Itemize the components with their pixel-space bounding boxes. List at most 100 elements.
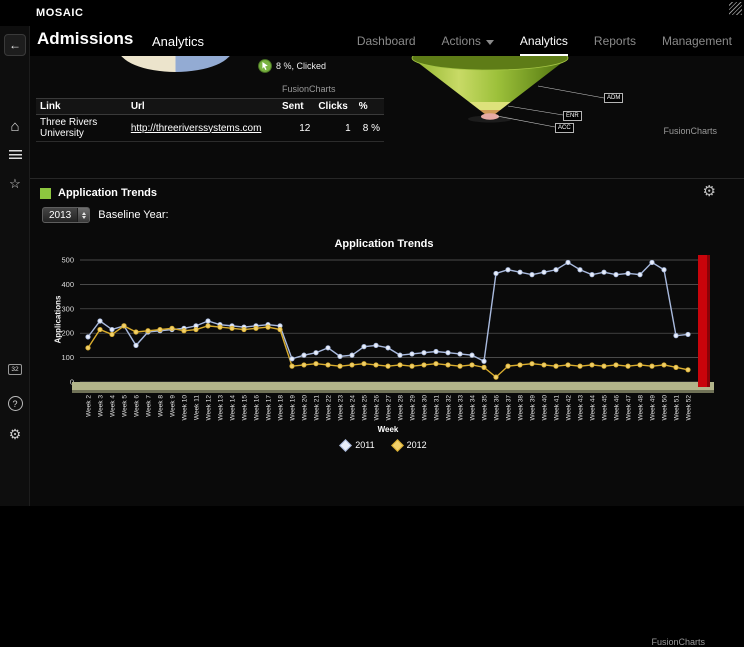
svg-text:Week 35: Week 35 [482,395,489,421]
svg-text:Week 9: Week 9 [170,395,177,417]
resize-grip-icon[interactable] [729,2,742,15]
svg-text:200: 200 [61,329,74,338]
cell-clicks: 1 [314,115,354,142]
svg-text:Week 4: Week 4 [110,395,117,417]
svg-text:Week 5: Week 5 [122,395,129,417]
svg-text:Week 48: Week 48 [638,395,645,421]
panel-gear-icon[interactable]: ⚙ [703,182,716,200]
svg-text:Week 18: Week 18 [278,395,285,421]
sidebar-item-help[interactable]: ? [0,396,30,411]
window-titlebar: MOSAIC [0,0,744,26]
nav-tab-management[interactable]: Management [662,26,732,56]
svg-text:Week 12: Week 12 [206,395,213,421]
nav-tab-label: Analytics [520,34,568,48]
svg-text:Week 52: Week 52 [686,395,693,421]
sidebar-item-menu[interactable] [0,150,30,159]
top-nav: Dashboard Actions Analytics Reports Mana… [357,26,732,56]
svg-text:Week 17: Week 17 [266,395,273,421]
funnel-label-enr: ENR [563,111,582,121]
svg-text:Week 22: Week 22 [326,395,333,421]
col-header-percent: % [355,99,384,115]
legend-label: 2011 [355,440,374,450]
panel-32-icon: 32 [8,364,21,375]
baseline-year-label: Baseline Year: [98,209,168,221]
sidebar-item-back[interactable]: ← [0,34,30,56]
chart-title: Application Trends [36,238,732,250]
page-header: Admissions Analytics Dashboard Actions A… [30,26,744,56]
legend-item-2011[interactable]: 2011 [341,440,374,450]
svg-text:Week 14: Week 14 [230,395,237,421]
nav-tab-reports[interactable]: Reports [594,26,636,56]
svg-text:Week 29: Week 29 [410,395,417,421]
sidebar-item-settings[interactable]: ⚙ [0,426,30,443]
svg-text:Week 10: Week 10 [182,395,189,421]
cell-percent: 8 % [355,115,384,142]
nav-tab-actions[interactable]: Actions [442,26,494,56]
nav-tab-label: Actions [442,34,481,48]
col-header-link: Link [36,99,127,115]
svg-text:Week 31: Week 31 [434,395,441,421]
svg-text:Week 3: Week 3 [98,395,105,417]
svg-text:Week 15: Week 15 [242,395,249,421]
svg-text:Week 8: Week 8 [158,395,165,417]
sidebar-item-home[interactable]: ⌂ [0,118,30,135]
baseline-year-select[interactable]: 2013 [42,207,90,223]
sidebar-item-panel-32[interactable]: 32 [0,364,30,375]
svg-text:Week 28: Week 28 [398,395,405,421]
svg-text:Week 39: Week 39 [530,395,537,421]
svg-text:Week 23: Week 23 [338,395,345,421]
nav-tab-label: Reports [594,34,636,48]
help-icon: ? [8,396,23,411]
brand-logo: MOSAIC [36,7,84,19]
col-header-url: Url [127,99,278,115]
section-divider [30,178,744,179]
stepper-icon[interactable] [77,208,89,222]
svg-text:Week 6: Week 6 [134,395,141,417]
nav-tab-label: Management [662,34,732,48]
svg-text:Week 40: Week 40 [542,395,549,421]
svg-text:Week 16: Week 16 [254,395,261,421]
table-link-url[interactable]: http://threeriverssystems.com [131,123,262,134]
panel-title: Application Trends [58,187,157,199]
panel-color-swatch [40,188,51,199]
funnel-label-adm: ADM [604,93,623,103]
legend-item-2012[interactable]: 2012 [393,440,427,450]
svg-text:Week: Week [378,425,399,434]
click-rate-badge: 8 %, Clicked [258,59,326,73]
svg-text:Week 42: Week 42 [566,395,573,421]
svg-text:Week 44: Week 44 [590,395,597,421]
col-header-clicks: Clicks [314,99,354,115]
svg-text:Week 41: Week 41 [554,395,561,421]
gear-icon: ⚙ [9,426,22,443]
svg-text:Week 50: Week 50 [662,395,669,421]
click-rate-label: 8 %, Clicked [276,61,326,71]
pie-chart-sliver [118,56,233,72]
cell-sent: 12 [278,115,314,142]
page-title: Admissions [37,29,133,49]
table-row: Three Rivers University http://threerive… [36,115,384,142]
baseline-year-row: 2013 Baseline Year: [42,207,169,223]
svg-text:Week 45: Week 45 [602,395,609,421]
svg-text:Week 11: Week 11 [194,395,201,420]
svg-text:400: 400 [61,280,74,289]
svg-text:Week 20: Week 20 [302,395,309,421]
main-content: 8 %, Clicked FusionCharts Link Url Sent … [30,56,744,506]
legend-swatch-2012 [391,439,404,452]
svg-text:300: 300 [61,304,74,313]
nav-tab-dashboard[interactable]: Dashboard [357,26,416,56]
baseline-year-value: 2013 [43,208,77,222]
svg-text:Week 36: Week 36 [494,395,501,421]
menu-icon [9,150,22,159]
home-icon: ⌂ [10,118,19,135]
back-arrow-icon: ← [4,34,26,56]
svg-text:Week 21: Week 21 [314,395,321,421]
fusioncharts-credit: FusionCharts [282,84,336,94]
svg-text:Week 2: Week 2 [86,395,93,417]
svg-text:Week 24: Week 24 [350,395,357,421]
nav-tab-analytics[interactable]: Analytics [520,26,568,56]
legend-label: 2012 [407,440,427,450]
svg-text:Week 51: Week 51 [674,395,681,421]
svg-text:Week 13: Week 13 [218,395,225,421]
legend-swatch-2011 [339,439,352,452]
sidebar-item-favorites[interactable]: ☆ [0,176,30,192]
